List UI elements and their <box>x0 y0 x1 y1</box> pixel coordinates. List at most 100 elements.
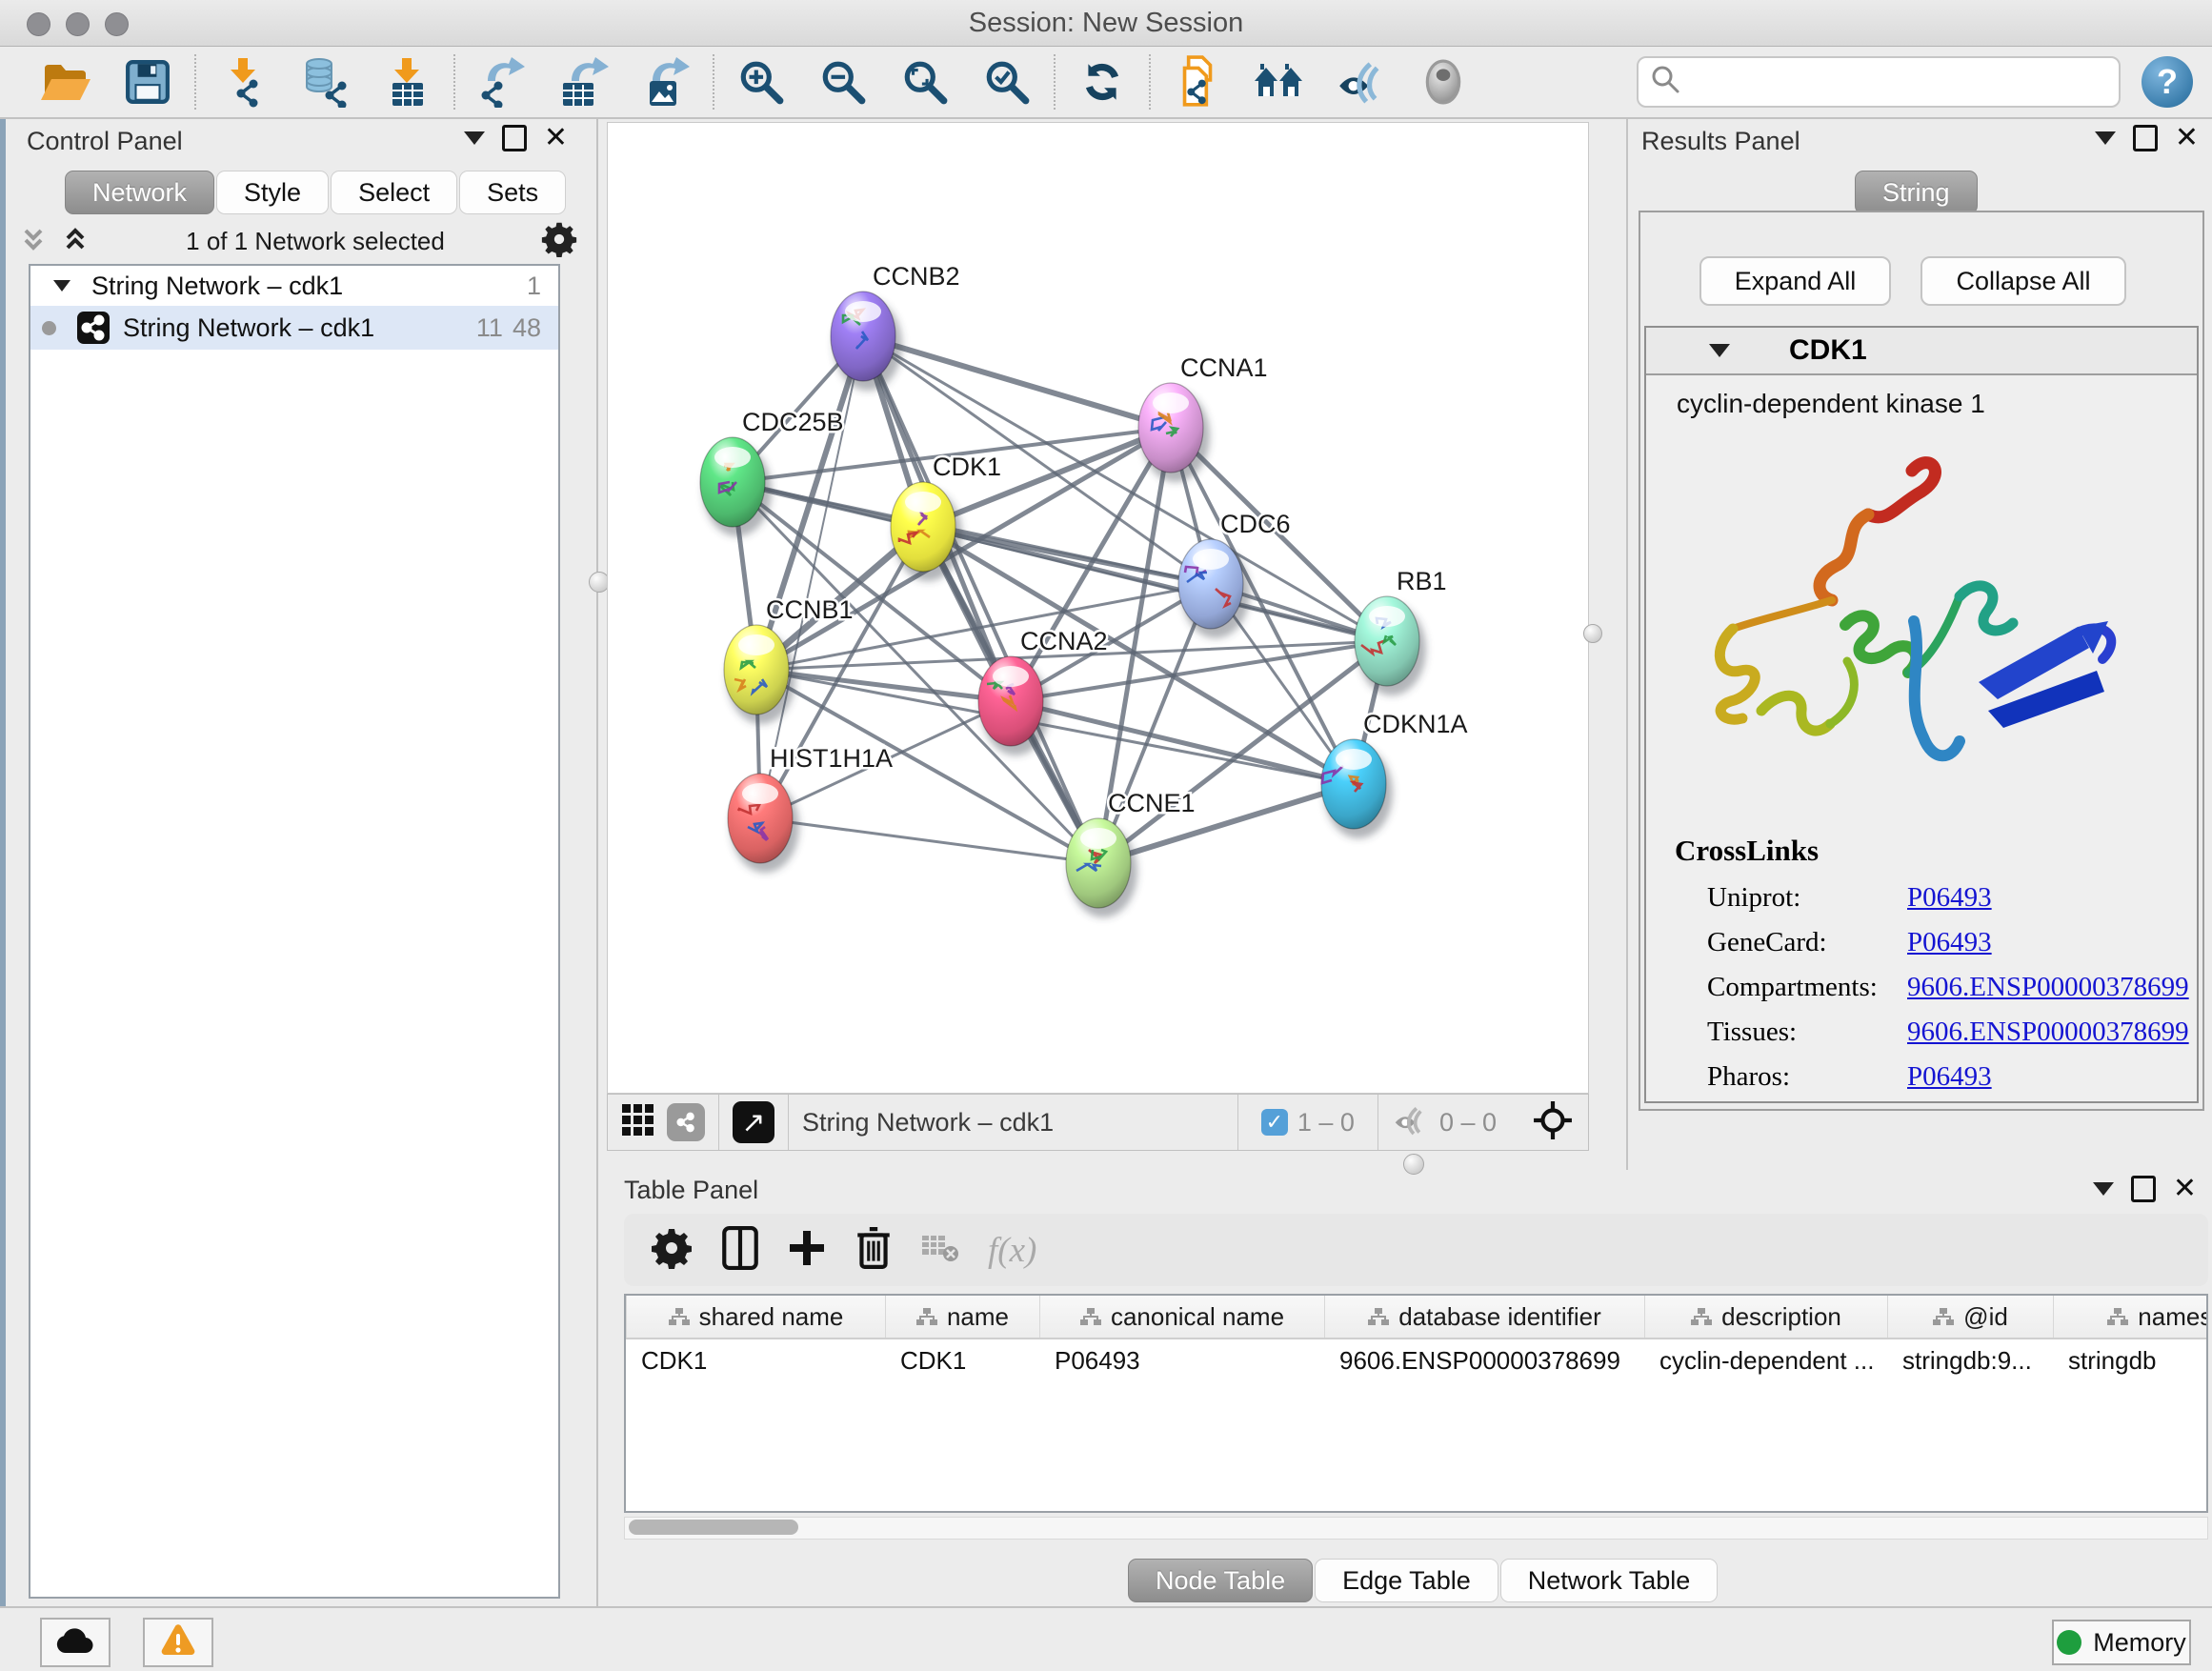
table-float-icon[interactable] <box>2131 1176 2156 1202</box>
collapse-panel-icon[interactable] <box>464 131 485 145</box>
help-icon[interactable]: ? <box>2142 56 2193 108</box>
crosshair-icon[interactable] <box>1533 1100 1573 1145</box>
hide-selected-icon[interactable] <box>1320 53 1402 111</box>
save-session-icon[interactable] <box>107 53 189 111</box>
column-header-database-identifier[interactable]: database identifier <box>1324 1296 1644 1338</box>
selected-checkbox-icon[interactable]: ✓ <box>1261 1109 1288 1136</box>
tab-style[interactable]: Style <box>216 171 329 214</box>
zoom-in-icon[interactable] <box>720 53 802 111</box>
results-float-icon[interactable] <box>2133 125 2158 151</box>
network-node-HIST1H1A[interactable]: HIST1H1A <box>728 744 893 873</box>
export-network-icon[interactable] <box>461 53 543 111</box>
delete-column-icon[interactable] <box>855 1226 893 1275</box>
column-header-namespace[interactable]: namespace <box>2053 1296 2208 1338</box>
import-network-from-database-icon[interactable] <box>284 53 366 111</box>
table-close-icon[interactable]: ✕ <box>2173 1178 2197 1199</box>
warnings-button[interactable] <box>143 1618 213 1667</box>
network-node-CCNA2[interactable]: CCNA2 <box>978 627 1108 755</box>
crosslink-link[interactable]: 9606.ENSP00000378699 <box>1907 972 2189 1003</box>
table-cell[interactable]: CDK1 <box>626 1339 885 1381</box>
collapse-all-button[interactable]: Collapse All <box>1920 256 2126 306</box>
title-bar[interactable]: Session: New Session <box>0 0 2212 47</box>
network-node-RB1[interactable]: RB1 <box>1355 567 1447 695</box>
clone-network-icon[interactable] <box>1156 53 1238 111</box>
collection-count: 1 <box>527 272 541 301</box>
table-hscrollbar-thumb[interactable] <box>629 1520 798 1535</box>
first-neighbors-icon[interactable] <box>1238 53 1320 111</box>
crosslink-link[interactable]: P06493 <box>1907 1061 1992 1093</box>
crosslink-link[interactable]: P06493 <box>1907 882 1992 914</box>
network-edge[interactable] <box>863 336 1387 641</box>
close-panel-icon[interactable]: ✕ <box>544 128 568 149</box>
network-edge[interactable] <box>863 336 1098 863</box>
network-row[interactable]: String Network – cdk1 11 48 <box>30 306 558 350</box>
results-collapse-icon[interactable] <box>2095 131 2116 145</box>
collapse-all-networks-icon[interactable] <box>19 225 48 258</box>
import-table-from-file-icon[interactable] <box>366 53 448 111</box>
show-columns-icon[interactable] <box>721 1226 759 1275</box>
column-header-shared-name[interactable]: shared name <box>626 1296 885 1338</box>
column-header--id[interactable]: @id <box>1887 1296 2053 1338</box>
table-cell[interactable]: 9606.ENSP00000378699 <box>1324 1339 1644 1381</box>
network-edge[interactable] <box>760 818 1098 863</box>
search-input[interactable] <box>1682 67 2119 98</box>
network-edge[interactable] <box>863 336 1171 428</box>
protein-card-header[interactable]: CDK1 <box>1646 328 2197 375</box>
table-cell[interactable]: stringdb:9... <box>1887 1339 2053 1381</box>
column-header-name[interactable]: name <box>885 1296 1039 1338</box>
table-cell[interactable]: stringdb <box>2053 1339 2208 1381</box>
table-hscrollbar[interactable] <box>624 1517 2208 1540</box>
table-collapse-icon[interactable] <box>2093 1182 2114 1196</box>
tab-select[interactable]: Select <box>331 171 457 214</box>
refresh-layout-icon[interactable] <box>1061 53 1143 111</box>
tab-node-table[interactable]: Node Table <box>1128 1559 1313 1602</box>
column-header-description[interactable]: description <box>1644 1296 1887 1338</box>
import-network-from-file-icon[interactable] <box>202 53 284 111</box>
zoom-selected-icon[interactable] <box>966 53 1048 111</box>
crosslink-link[interactable]: P06493 <box>1907 927 1992 958</box>
network-options-gear-icon[interactable] <box>541 221 577 262</box>
results-panel-title: Results Panel <box>1641 127 1800 156</box>
expand-all-networks-icon[interactable] <box>61 225 90 258</box>
hidden-eye-slash-icon[interactable] <box>1392 1104 1430 1141</box>
toolbar-separator <box>1054 54 1056 110</box>
network-node-CCNE1[interactable]: CCNE1 <box>1066 789 1196 917</box>
tab-network[interactable]: Network <box>65 171 214 214</box>
expand-all-button[interactable]: Expand All <box>1699 256 1891 306</box>
protein-collapse-icon[interactable] <box>1709 344 1730 357</box>
table-cell[interactable]: P06493 <box>1039 1339 1324 1381</box>
export-image-icon[interactable] <box>625 53 707 111</box>
search-box[interactable] <box>1637 56 2121 108</box>
memory-button[interactable]: Memory <box>2052 1620 2191 1665</box>
cloud-button[interactable] <box>40 1618 111 1667</box>
table-cell[interactable]: cyclin-dependent ... <box>1644 1339 1887 1381</box>
tab-sets[interactable]: Sets <box>459 171 566 214</box>
results-close-icon[interactable]: ✕ <box>2175 128 2199 149</box>
float-panel-icon[interactable] <box>502 125 527 151</box>
crosslink-link[interactable]: 9606.ENSP00000378699 <box>1907 1017 2189 1048</box>
grid-view-icon[interactable] <box>621 1103 655 1142</box>
table-cell[interactable]: CDK1 <box>885 1339 1039 1381</box>
tab-edge-table[interactable]: Edge Table <box>1315 1559 1498 1602</box>
network-canvas[interactable]: CCNB2CCNA1CDC25BCDK1CDC6RB1CCNB1CCNA2CDK… <box>607 122 1589 1094</box>
network-node-CDKN1A[interactable]: CDKN1A <box>1321 710 1468 838</box>
table-options-gear-icon[interactable] <box>651 1227 693 1274</box>
network-node-CCNA1[interactable]: CCNA1 <box>1138 353 1268 482</box>
string-view-icon[interactable] <box>667 1103 705 1141</box>
export-table-icon[interactable] <box>543 53 625 111</box>
birds-eye-view-icon[interactable]: ↗ <box>733 1101 774 1143</box>
show-all-icon[interactable] <box>1402 53 1484 111</box>
add-column-icon[interactable] <box>788 1229 826 1272</box>
column-header-canonical-name[interactable]: canonical name <box>1039 1296 1324 1338</box>
network-node-CCNB2[interactable]: CCNB2 <box>831 262 960 391</box>
open-session-icon[interactable] <box>25 53 107 111</box>
protein-card: CDK1 cyclin-dependent kinase 1 <box>1644 326 2199 1103</box>
network-node-CCNB1[interactable]: CCNB1 <box>724 595 854 724</box>
zoom-fit-icon[interactable] <box>884 53 966 111</box>
right-splitter-grip[interactable] <box>1583 624 1602 643</box>
tab-string[interactable]: String <box>1855 171 1978 214</box>
network-collection-row[interactable]: String Network – cdk1 1 <box>30 266 558 306</box>
tab-network-table[interactable]: Network Table <box>1500 1559 1719 1602</box>
main-toolbar: ? <box>0 47 2212 119</box>
zoom-out-icon[interactable] <box>802 53 884 111</box>
